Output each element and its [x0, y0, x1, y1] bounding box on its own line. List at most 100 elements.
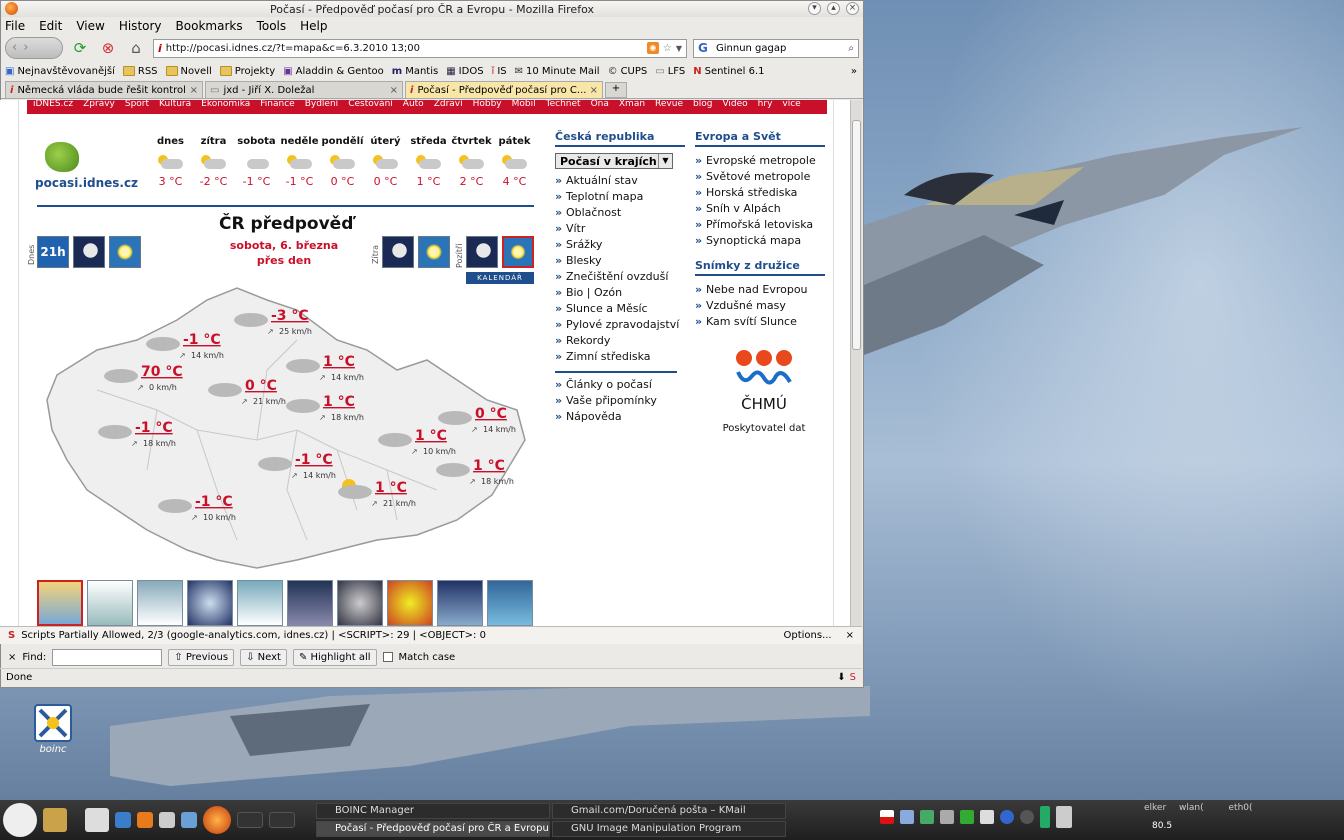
tab-3[interactable]: i Počasí - Předpověď počasí pro Č... × [405, 81, 603, 98]
menu-bookmarks[interactable]: Bookmarks [176, 19, 243, 33]
menu-edit[interactable]: Edit [39, 19, 62, 33]
site-nav-item[interactable]: Zprávy [83, 100, 115, 109]
download-icon[interactable]: ⬇ [837, 672, 845, 683]
tab-close-icon[interactable]: × [390, 85, 398, 96]
desktop-icon-boinc[interactable]: boinc [30, 704, 76, 755]
flag-icon[interactable] [880, 810, 894, 824]
bookmark-item[interactable]: ✉ 10 Minute Mail [515, 66, 600, 77]
sidebar-link[interactable]: Vítr [555, 221, 685, 237]
help-icon[interactable] [1000, 810, 1014, 824]
search-icon[interactable]: ⌕ [848, 43, 854, 54]
day-forecast[interactable]: středa 1 °C [407, 136, 450, 188]
tab-2[interactable]: ▭ jxd - Jiří X. Doležal × [205, 81, 403, 98]
scrollbar-thumb[interactable] [852, 120, 861, 350]
bookmark-folder[interactable]: Projekty [219, 66, 275, 77]
region-select[interactable]: Počasí v krajích ▼ [555, 153, 673, 169]
chmu-logo[interactable]: ČHMÚ Poskytovatel dat [709, 350, 819, 434]
day-forecast[interactable]: pátek 4 °C [493, 136, 536, 188]
wind-sock-icon[interactable] [137, 580, 183, 626]
sidebar-link[interactable]: Horská střediska [695, 185, 825, 201]
sidebar-link[interactable]: Srážky [555, 237, 685, 253]
trash-icon[interactable] [1056, 806, 1072, 828]
sidebar-link[interactable]: Vaše připomínky [555, 393, 685, 409]
screen-icon[interactable] [181, 812, 197, 828]
menu-file[interactable]: File [5, 19, 25, 33]
url-bar[interactable]: i http://pocasi.idnes.cz/?t=mapa&c=6.3.2… [153, 38, 687, 58]
lightning-icon[interactable] [287, 580, 333, 626]
site-nav-item[interactable]: Bydlení [305, 100, 338, 109]
home-icon[interactable]: ⌂ [125, 37, 147, 59]
bookmark-star-icon[interactable]: ☆ [663, 43, 672, 54]
tile-21h[interactable]: 21h [37, 236, 69, 268]
menu-tools[interactable]: Tools [257, 19, 287, 33]
sidebar-link[interactable]: Vzdušné masy [695, 298, 825, 314]
desktop-pager[interactable] [269, 812, 295, 828]
clouds-icon[interactable] [237, 580, 283, 626]
moon-tile[interactable] [382, 236, 414, 268]
task-boinc[interactable]: BOINC Manager [316, 803, 550, 819]
find-close-icon[interactable]: × [8, 652, 16, 663]
bookmark-item[interactable]: ▣ Nejnavštěvovanější [5, 66, 115, 77]
air-mass-icon[interactable] [487, 580, 533, 626]
site-nav-item[interactable]: Hobby [473, 100, 502, 109]
task-kmail[interactable]: Gmail.com/Doručená pošta – KMail [552, 803, 786, 819]
new-tab-button[interactable]: + [605, 82, 627, 98]
url-dropdown-icon[interactable]: ▼ [676, 44, 682, 53]
find-input[interactable] [52, 648, 163, 666]
close-icon[interactable]: × [846, 630, 854, 641]
site-logo[interactable]: pocasi.idnes.cz [35, 142, 138, 192]
menu-history[interactable]: History [119, 19, 162, 33]
bookmark-item[interactable]: © CUPS [608, 66, 648, 77]
noscript-status-icon[interactable]: S [850, 672, 856, 683]
calculator-icon[interactable] [85, 808, 109, 832]
bookmark-item[interactable]: ▦ IDOS [446, 66, 483, 77]
desktop-pager[interactable] [237, 812, 263, 828]
sidebar-link[interactable]: Aktuální stav [555, 173, 685, 189]
site-nav-item[interactable]: Sport [125, 100, 149, 109]
moon-tile[interactable] [73, 236, 105, 268]
site-nav-item[interactable]: více [782, 100, 800, 109]
day-forecast[interactable]: dnes 3 °C [149, 136, 192, 188]
bookmarks-overflow-icon[interactable]: » [851, 66, 857, 77]
pen-icon[interactable] [159, 812, 175, 828]
sidebar-link[interactable]: Bio | Ozón [555, 285, 685, 301]
sidebar-link[interactable]: Znečištění ovzduší [555, 269, 685, 285]
rss-icon[interactable]: ◉ [646, 42, 659, 54]
monitor-icon[interactable] [940, 810, 954, 824]
site-nav-item[interactable]: hry [758, 100, 773, 109]
tab-close-icon[interactable]: × [590, 85, 598, 96]
power-icon[interactable] [1020, 810, 1034, 824]
reload-icon[interactable]: ⟳ [69, 37, 91, 59]
search-bar[interactable]: G Ginnun gagap ⌕ [693, 38, 859, 58]
site-nav-item[interactable]: Kultura [159, 100, 191, 109]
notes-icon[interactable] [43, 808, 67, 832]
mail-icon[interactable] [980, 810, 994, 824]
highlight-all-button[interactable]: ✎ Highlight all [292, 648, 377, 666]
sidebar-link[interactable]: Rekordy [555, 333, 685, 349]
day-forecast[interactable]: zítra -2 °C [192, 136, 235, 188]
site-nav-item[interactable]: Ona [591, 100, 609, 109]
find-next-button[interactable]: ⇩ Next [240, 648, 287, 666]
site-nav-item[interactable]: Mobil [512, 100, 536, 109]
menu-help[interactable]: Help [300, 19, 327, 33]
sidebar-link[interactable]: Nápověda [555, 409, 685, 425]
sidebar-link[interactable]: Přímořská letoviska [695, 217, 825, 233]
site-nav-item[interactable]: Auto [403, 100, 424, 109]
battery-icon[interactable] [1040, 806, 1050, 828]
back-forward-button[interactable]: ‹› [5, 37, 63, 59]
google-icon[interactable]: G [698, 41, 712, 55]
day-forecast[interactable]: čtvrtek 2 °C [450, 136, 493, 188]
day-forecast[interactable]: sobota -1 °C [235, 136, 278, 188]
butterfly-icon[interactable] [137, 812, 153, 828]
site-nav-item[interactable]: Revue [655, 100, 683, 109]
bookmark-item[interactable]: ▣ Aladdin & Gentoo [283, 66, 384, 77]
bookmark-folder[interactable]: Novell [165, 66, 212, 77]
site-nav-item[interactable]: Zdraví [434, 100, 463, 109]
menu-view[interactable]: View [76, 19, 104, 33]
keyboard-icon[interactable] [920, 810, 934, 824]
sun-tile[interactable] [502, 236, 534, 268]
sidebar-link[interactable]: Světové metropole [695, 169, 825, 185]
vertical-scrollbar[interactable] [850, 100, 862, 626]
firefox-launcher-icon[interactable] [203, 806, 231, 834]
site-nav-item[interactable]: iDNES.cz [33, 100, 73, 109]
